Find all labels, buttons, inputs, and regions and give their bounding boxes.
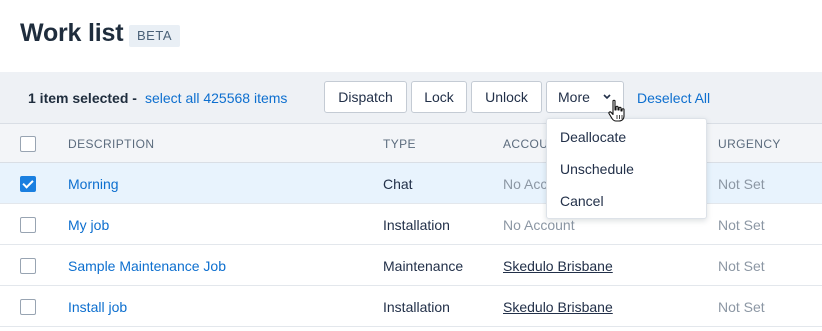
- row-type: Chat: [383, 176, 413, 192]
- column-header-description[interactable]: DESCRIPTION: [68, 137, 154, 151]
- more-button-label: More: [558, 89, 590, 105]
- row-description-link[interactable]: Install job: [68, 299, 127, 315]
- select-all-link[interactable]: select all 425568 items: [145, 90, 287, 106]
- menu-item-cancel[interactable]: Cancel: [560, 193, 604, 209]
- hand-pointer-cursor-icon: [607, 99, 627, 123]
- row-account-link[interactable]: Skedulo Brisbane: [503, 299, 613, 315]
- row-description-link[interactable]: My job: [68, 217, 109, 233]
- row-urgency: Not Set: [718, 176, 765, 192]
- bulk-action-bar: 1 item selected - select all 425568 item…: [0, 72, 822, 124]
- lock-button[interactable]: Lock: [411, 81, 467, 113]
- row-checkbox[interactable]: [20, 299, 36, 315]
- row-type: Installation: [383, 299, 450, 315]
- unlock-button[interactable]: Unlock: [471, 81, 542, 113]
- table-row[interactable]: Install job Installation Skedulo Brisban…: [0, 286, 822, 327]
- row-checkbox[interactable]: [20, 176, 36, 192]
- page-header: Work list BETA: [0, 0, 822, 72]
- row-description-link[interactable]: Sample Maintenance Job: [68, 258, 226, 274]
- column-header-urgency[interactable]: URGENCY: [718, 137, 781, 151]
- row-checkbox[interactable]: [20, 217, 36, 233]
- menu-item-unschedule[interactable]: Unschedule: [560, 161, 634, 177]
- row-urgency: Not Set: [718, 217, 765, 233]
- row-urgency: Not Set: [718, 258, 765, 274]
- menu-item-deallocate[interactable]: Deallocate: [560, 129, 626, 145]
- row-description-link[interactable]: Morning: [68, 176, 119, 192]
- row-type: Maintenance: [383, 258, 464, 274]
- row-checkbox[interactable]: [20, 258, 36, 274]
- row-urgency: Not Set: [718, 299, 765, 315]
- column-header-type[interactable]: TYPE: [383, 137, 416, 151]
- row-account-link[interactable]: Skedulo Brisbane: [503, 258, 613, 274]
- deselect-all-link[interactable]: Deselect All: [637, 90, 710, 106]
- page-title: Work list: [20, 19, 124, 47]
- selected-count: 1 item selected -: [28, 90, 137, 106]
- row-type: Installation: [383, 217, 450, 233]
- row-account: No Account: [503, 217, 575, 233]
- select-all-checkbox[interactable]: [20, 136, 36, 152]
- column-header-account[interactable]: ACCOU: [503, 137, 548, 151]
- beta-badge: BETA: [129, 25, 180, 47]
- table-row[interactable]: Sample Maintenance Job Maintenance Skedu…: [0, 245, 822, 286]
- more-dropdown-menu: Deallocate Unschedule Cancel: [546, 118, 707, 219]
- dispatch-button[interactable]: Dispatch: [324, 81, 407, 113]
